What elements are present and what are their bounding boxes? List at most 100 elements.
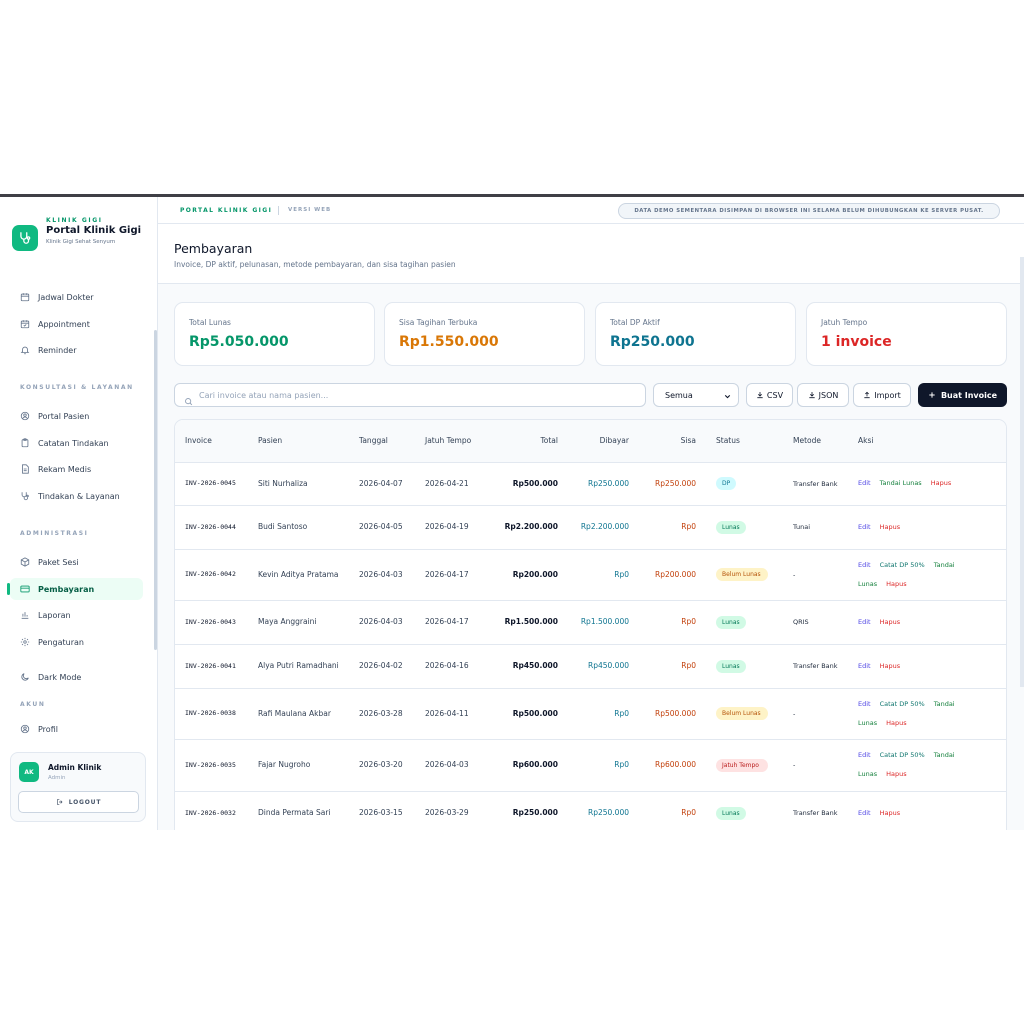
sidebar-item-catatan-tindakan[interactable]: Catatan Tindakan	[10, 432, 143, 454]
table-row: INV-2026-0044 Budi Santoso 2026-04-05 20…	[175, 505, 1006, 549]
record-dp-button[interactable]: Catat DP 50%	[880, 751, 925, 759]
total-amount: Rp2.200.000	[504, 522, 558, 531]
section-administrasi: ADMINISTRASI	[20, 530, 89, 537]
logout-button[interactable]: LOGOUT	[18, 791, 139, 813]
sidebar-scrollbar[interactable]	[154, 330, 157, 650]
sidebar-item-rekam-medis[interactable]: Rekam Medis	[10, 458, 143, 480]
col-invoice[interactable]: Invoice	[175, 420, 248, 462]
total-amount: Rp500.000	[512, 478, 558, 488]
remaining-amount: Rp250.000	[655, 478, 696, 488]
edit-button[interactable]: Edit	[858, 561, 871, 569]
sidebar-item-laporan[interactable]: Laporan	[10, 604, 143, 626]
due-date: 2026-04-21	[425, 478, 469, 488]
col-metode[interactable]: Metode	[783, 420, 848, 462]
create-invoice-button[interactable]: Buat Invoice	[918, 383, 1007, 407]
record-dp-button[interactable]: Catat DP 50%	[880, 700, 925, 708]
page-title: Pembayaran	[174, 241, 253, 256]
sidebar-item-portal-pasien[interactable]: Portal Pasien	[10, 405, 143, 427]
section-akun: AKUN	[20, 701, 46, 708]
export-csv-button[interactable]: CSV	[746, 383, 793, 407]
status-badge: Belum Lunas	[716, 707, 768, 720]
stat-value: Rp1.550.000	[399, 334, 499, 350]
col-status[interactable]: Status	[706, 420, 783, 462]
invoice-number[interactable]: INV-2026-0044	[175, 505, 248, 549]
plus-icon	[928, 391, 936, 399]
export-json-button[interactable]: JSON	[797, 383, 849, 407]
delete-button[interactable]: Hapus	[880, 662, 901, 670]
invoice-number[interactable]: INV-2026-0045	[175, 462, 248, 505]
sidebar-item-profil[interactable]: Profil	[10, 718, 143, 740]
mark-paid-button[interactable]: Tandai Lunas	[880, 479, 922, 487]
user-role: Admin	[48, 775, 66, 781]
due-date: 2026-04-03	[425, 760, 469, 769]
edit-button[interactable]: Edit	[858, 523, 871, 531]
dark-mode-toggle[interactable]: Dark Mode	[10, 666, 143, 688]
sidebar-item-jadwal-dokter[interactable]: Jadwal Dokter	[10, 286, 143, 308]
export-json-label: JSON	[818, 390, 839, 400]
sidebar-item-label: Pembayaran	[38, 584, 95, 594]
delete-button[interactable]: Hapus	[931, 479, 952, 487]
col-aksi: Aksi	[858, 436, 874, 446]
edit-button[interactable]: Edit	[858, 479, 871, 487]
status-filter-select[interactable]: Semua	[653, 383, 739, 407]
invoice-date: 2026-04-03	[359, 617, 403, 626]
status-badge: Jatuh Tempo	[716, 758, 768, 772]
sidebar-item-label: Portal Pasien	[38, 411, 90, 421]
delete-button[interactable]: Hapus	[880, 809, 901, 817]
topbar-version: VERSI WEB	[288, 207, 332, 213]
sidebar-item-paket-sesi[interactable]: Paket Sesi	[10, 551, 143, 573]
status-badge: Lunas	[716, 659, 746, 673]
edit-button[interactable]: Edit	[858, 662, 871, 670]
edit-button[interactable]: Edit	[858, 751, 871, 759]
table-row: INV-2026-0035 Fajar Nugroho 2026-03-20 2…	[175, 739, 1006, 791]
col-total[interactable]: Total	[484, 420, 568, 462]
edit-button[interactable]: Edit	[858, 700, 871, 708]
credit-card-icon	[20, 584, 30, 594]
invoice-number[interactable]: INV-2026-0042	[175, 549, 248, 600]
table-row: INV-2026-0038 Rafi Maulana Akbar 2026-03…	[175, 688, 1006, 739]
delete-button[interactable]: Hapus	[880, 523, 901, 531]
delete-button[interactable]: Hapus	[886, 770, 907, 778]
col-dibayar[interactable]: Dibayar	[568, 420, 639, 462]
invoice-number[interactable]: INV-2026-0038	[175, 688, 248, 739]
record-dp-button[interactable]: Catat DP 50%	[880, 561, 925, 569]
sidebar-item-reminder[interactable]: Reminder	[10, 339, 143, 361]
col-jatuh-tempo[interactable]: Jatuh Tempo	[415, 420, 484, 462]
invoice-number[interactable]: INV-2026-0035	[175, 739, 248, 791]
status-badge: DP	[716, 477, 737, 490]
file-text-icon	[20, 464, 30, 474]
invoice-number[interactable]: INV-2026-0032	[175, 791, 248, 830]
sidebar-item-pembayaran[interactable]: Pembayaran	[7, 578, 143, 600]
sidebar-item-label: Profil	[38, 724, 58, 734]
paid-amount: Rp2.200.000	[580, 522, 629, 531]
import-button[interactable]: Import	[853, 383, 911, 407]
due-date: 2026-04-16	[425, 661, 469, 670]
total-amount: Rp450.000	[512, 661, 558, 670]
sidebar-item-appointment[interactable]: Appointment	[10, 313, 143, 335]
delete-button[interactable]: Hapus	[886, 719, 907, 727]
patient-name: Rafi Maulana Akbar	[258, 708, 331, 718]
stat-card-jatuh-tempo: Jatuh Tempo 1 invoice	[806, 302, 1007, 366]
stat-card-total-lunas: Total Lunas Rp5.050.000	[174, 302, 375, 366]
edit-button[interactable]: Edit	[858, 809, 871, 817]
sidebar-item-pengaturan[interactable]: Pengaturan	[10, 631, 143, 653]
upload-icon	[863, 391, 871, 399]
sidebar-item-tindakan-layanan[interactable]: Tindakan & Layanan	[10, 485, 143, 507]
invoice-date: 2026-04-02	[359, 661, 403, 670]
edit-button[interactable]: Edit	[858, 618, 871, 626]
search-input[interactable]	[199, 386, 639, 404]
brand-kicker: KLINIK GIGI	[46, 217, 103, 224]
gear-icon	[20, 637, 30, 647]
delete-button[interactable]: Hapus	[880, 618, 901, 626]
invoice-number[interactable]: INV-2026-0043	[175, 600, 248, 644]
payment-method: Transfer Bank	[793, 479, 838, 488]
status-badge: Belum Lunas	[716, 568, 768, 581]
col-tanggal[interactable]: Tanggal	[349, 420, 415, 462]
sidebar-item-label: Catatan Tindakan	[38, 438, 109, 448]
col-pasien[interactable]: Pasien	[248, 420, 349, 462]
logout-label: LOGOUT	[68, 798, 102, 806]
delete-button[interactable]: Hapus	[886, 580, 907, 588]
col-sisa[interactable]: Sisa	[639, 420, 706, 462]
invoice-number[interactable]: INV-2026-0041	[175, 644, 248, 688]
page-scrollbar[interactable]	[1020, 257, 1024, 687]
